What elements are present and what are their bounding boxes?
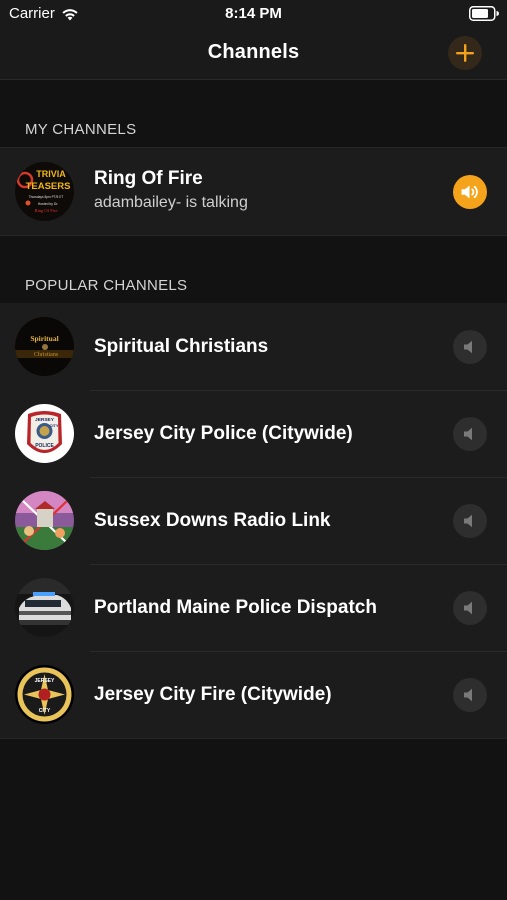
avatar-text: Christians xyxy=(34,352,59,358)
avatar-text: CITY xyxy=(49,423,58,428)
speaker-off-icon xyxy=(464,514,472,528)
navigation-bar: Channels xyxy=(0,28,507,80)
speaker-button[interactable] xyxy=(453,504,487,538)
speaker-button[interactable] xyxy=(453,678,487,712)
channel-avatar xyxy=(15,578,74,637)
avatar-text: CITY xyxy=(39,708,51,714)
status-time: 8:14 PM xyxy=(225,5,282,22)
channel-status: adambailey- is talking xyxy=(94,194,248,211)
speaker-button[interactable] xyxy=(453,417,487,451)
channel-avatar: TRIVIA TEASERS Thursdays 8pm PT/5 ET Hos… xyxy=(15,162,74,221)
avatar-text: Thursdays 8pm PT/5 ET xyxy=(29,195,64,199)
status-bar: Carrier 8:14 PM xyxy=(0,0,507,28)
channel-title: Portland Maine Police Dispatch xyxy=(94,597,377,618)
my-channels-list: TRIVIA TEASERS Thursdays 8pm PT/5 ET Hos… xyxy=(0,147,507,236)
popular-channels-list: Spiritual Christians Spiritual Christian… xyxy=(0,303,507,739)
add-channel-button[interactable] xyxy=(448,36,482,70)
channel-avatar: JERSEY CITY POLICE xyxy=(15,404,74,463)
avatar-text: Hosted by Dr. xyxy=(38,202,59,206)
channel-title: Ring Of Fire xyxy=(94,168,203,189)
channel-title: Jersey City Police (Citywide) xyxy=(94,423,353,444)
speaker-on-icon xyxy=(461,185,478,199)
channel-title: Jersey City Fire (Citywide) xyxy=(94,684,332,705)
avatar-text: JERSEY xyxy=(35,678,55,684)
channel-avatar: Spiritual Christians xyxy=(15,317,74,376)
channel-row-ring-of-fire[interactable]: TRIVIA TEASERS Thursdays 8pm PT/5 ET Hos… xyxy=(0,148,507,235)
plus-icon xyxy=(456,44,474,62)
speaker-off-icon xyxy=(464,688,472,702)
channel-row-spiritual-christians[interactable]: Spiritual Christians Spiritual Christian… xyxy=(0,303,507,390)
channel-avatar: JERSEY CITY xyxy=(15,665,74,724)
channel-row-jersey-city-fire[interactable]: JERSEY CITY Jersey City Fire (Citywide) xyxy=(0,651,507,738)
speaker-button[interactable] xyxy=(453,591,487,625)
channel-row-jersey-city-police[interactable]: JERSEY CITY POLICE Jersey City Police (C… xyxy=(0,390,507,477)
avatar-text: TRIVIA xyxy=(36,169,66,179)
popular-channels-header: POPULAR CHANNELS xyxy=(25,277,188,294)
channel-row-sussex-downs-radio-link[interactable]: Sussex Downs Radio Link xyxy=(0,477,507,564)
speaker-off-icon xyxy=(464,427,472,441)
page-title: Channels xyxy=(207,41,300,63)
battery-icon xyxy=(469,6,499,21)
speaker-off-icon xyxy=(464,601,472,615)
channel-title: Sussex Downs Radio Link xyxy=(94,510,331,531)
speaker-off-icon xyxy=(464,340,472,354)
my-channels-header: MY CHANNELS xyxy=(25,121,137,138)
avatar-text: TEASERS xyxy=(26,181,71,192)
avatar-text: Spiritual xyxy=(30,334,58,343)
speaker-button[interactable] xyxy=(453,330,487,364)
avatar-text: Ring Of Fire xyxy=(35,208,58,213)
channel-avatar xyxy=(15,491,74,550)
channel-title: Spiritual Christians xyxy=(94,336,269,357)
avatar-text: POLICE xyxy=(35,443,54,449)
channel-row-portland-maine-police-dispatch[interactable]: Portland Maine Police Dispatch xyxy=(0,564,507,651)
speaker-button[interactable] xyxy=(453,175,487,209)
